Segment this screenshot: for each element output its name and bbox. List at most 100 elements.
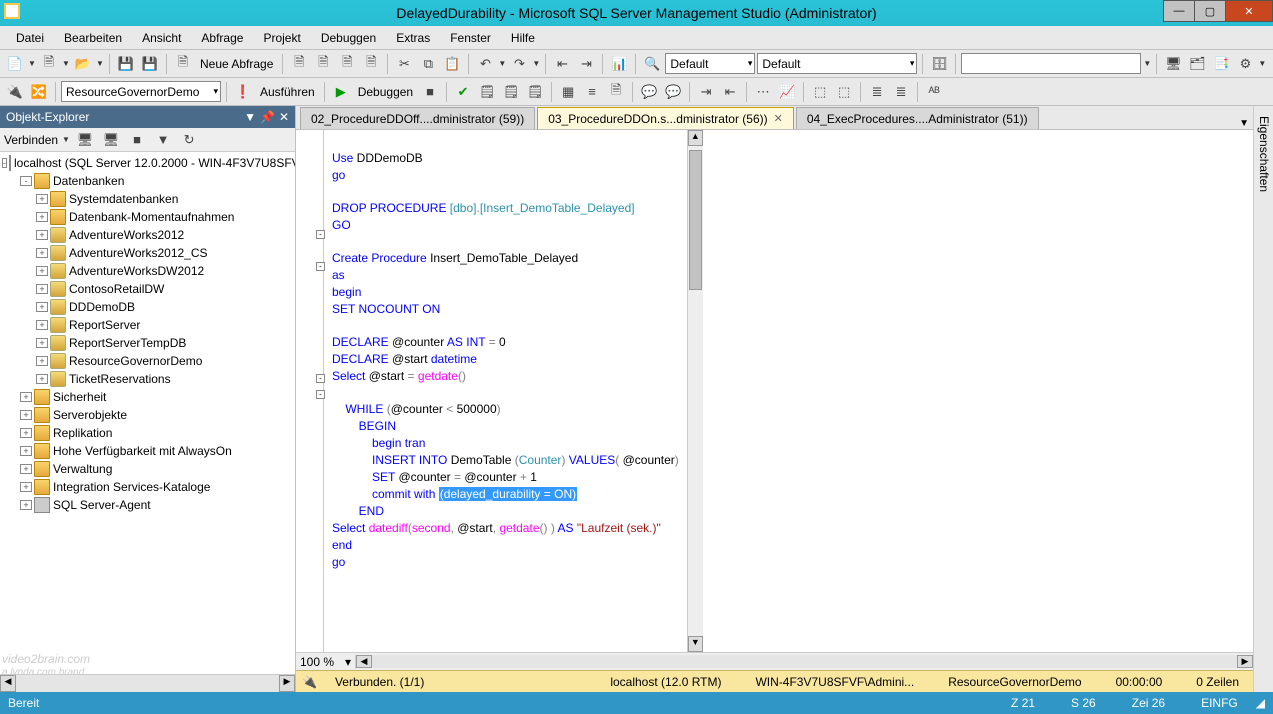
menu-debuggen[interactable]: Debuggen: [311, 28, 386, 48]
redo-icon[interactable]: ↷: [508, 53, 530, 75]
qa-icon-4[interactable]: 🗎: [360, 53, 382, 75]
paste-icon[interactable]: 📋: [441, 53, 463, 75]
open-icon[interactable]: 📂: [72, 53, 94, 75]
zoom-combo[interactable]: 100 %▾: [296, 655, 356, 669]
menu-ansicht[interactable]: Ansicht: [132, 28, 191, 48]
nav-back-icon[interactable]: ⇤: [551, 53, 573, 75]
editor-vscroll[interactable]: ▲ ▼: [687, 130, 703, 652]
execute-icon[interactable]: ❗: [232, 81, 254, 103]
explorer-hscroll[interactable]: ◀▶: [0, 674, 295, 692]
tree-node[interactable]: +Datenbank-Momentaufnahmen: [0, 208, 295, 226]
cut-icon[interactable]: ✂: [393, 53, 415, 75]
qa-icon-1[interactable]: 🗎: [288, 53, 310, 75]
props-icon[interactable]: ⚙: [1234, 53, 1256, 75]
uncomment-icon[interactable]: 💬: [662, 81, 684, 103]
results-grid-icon[interactable]: ▦: [557, 81, 579, 103]
specify-values-icon[interactable]: ⋯: [752, 81, 774, 103]
tree-node[interactable]: +DDDemoDB: [0, 298, 295, 316]
menu-datei[interactable]: Datei: [6, 28, 54, 48]
oe-filter-icon[interactable]: ▼: [152, 129, 174, 151]
results-text-icon[interactable]: ≡: [581, 81, 603, 103]
tab-right-icon[interactable]: ≣: [890, 81, 912, 103]
activity-icon[interactable]: 📊: [608, 53, 630, 75]
parse-icon[interactable]: ✔: [452, 81, 474, 103]
object-explorer-tree[interactable]: - localhost (SQL Server 12.0.2000 - WIN-…: [0, 152, 295, 674]
db-engine-icon[interactable]: 🗄: [928, 53, 950, 75]
panel-dropdown-icon[interactable]: ▼: [244, 110, 256, 124]
tree-node[interactable]: +ReportServer: [0, 316, 295, 334]
database-combo[interactable]: ResourceGovernorDemo: [61, 81, 221, 102]
tab-close-icon[interactable]: ✕: [774, 112, 783, 125]
new-project-icon[interactable]: 📄: [4, 53, 26, 75]
connect-icon[interactable]: 🔌: [4, 81, 26, 103]
misc-icon-1[interactable]: ⬚: [809, 81, 831, 103]
resize-grip-icon[interactable]: ◢: [1256, 696, 1265, 710]
template-icon[interactable]: 📑: [1210, 53, 1232, 75]
panel-close-icon[interactable]: ✕: [279, 110, 289, 124]
misc-icon-2[interactable]: ⬚: [833, 81, 855, 103]
tree-node[interactable]: +AdventureWorks2012_CS: [0, 244, 295, 262]
oe-icon-2[interactable]: 🖥: [100, 129, 122, 151]
tree-node[interactable]: +ResourceGovernorDemo: [0, 352, 295, 370]
code-editor[interactable]: - - - - Use DDDemoDB go DROP PROCEDURE […: [296, 130, 1253, 652]
oe-icon-1[interactable]: 🖥: [74, 129, 96, 151]
plan-icon-1[interactable]: 🗒: [476, 81, 498, 103]
qa-icon-2[interactable]: 🗎: [312, 53, 334, 75]
tree-node[interactable]: +Systemdatenbanken: [0, 190, 295, 208]
tree-node[interactable]: +ReportServerTempDB: [0, 334, 295, 352]
qa-icon-3[interactable]: 🗎: [336, 53, 358, 75]
nav-fwd-icon[interactable]: ⇥: [575, 53, 597, 75]
tree-node[interactable]: +ContosoRetailDW: [0, 280, 295, 298]
tree-node[interactable]: +Hohe Verfügbarkeit mit AlwaysOn: [0, 442, 295, 460]
change-conn-icon[interactable]: 🔀: [28, 81, 50, 103]
editor-hscroll[interactable]: ◀▶: [356, 655, 1253, 668]
undo-icon[interactable]: ↶: [474, 53, 496, 75]
new-query-button[interactable]: Neue Abfrage: [196, 57, 277, 71]
tree-node[interactable]: +Replikation: [0, 424, 295, 442]
plan-icon-2[interactable]: 🗒: [500, 81, 522, 103]
tree-node[interactable]: +SQL Server-Agent: [0, 496, 295, 514]
reg-srv-icon[interactable]: 🖥: [1162, 53, 1184, 75]
menu-fenster[interactable]: Fenster: [440, 28, 501, 48]
copy-icon[interactable]: ⧉: [417, 53, 439, 75]
maximize-button[interactable]: ▢: [1194, 0, 1226, 22]
results-file-icon[interactable]: 🗎: [605, 81, 627, 103]
stop-icon[interactable]: ■: [419, 81, 441, 103]
editor-tab[interactable]: 03_ProcedureDDOn.s...dministrator (56))✕: [537, 107, 794, 129]
tree-node[interactable]: +TicketReservations: [0, 370, 295, 388]
panel-pin-icon[interactable]: 📌: [260, 110, 275, 124]
menu-extras[interactable]: Extras: [386, 28, 440, 48]
comment-icon[interactable]: 💬: [638, 81, 660, 103]
new-query-icon[interactable]: 🗎: [172, 53, 194, 75]
connect-label[interactable]: Verbinden: [4, 133, 58, 147]
editor-tab[interactable]: 04_ExecProcedures....Administrator (51)): [796, 107, 1039, 129]
execute-button[interactable]: Ausführen: [256, 85, 319, 99]
tree-node[interactable]: +Serverobjekte: [0, 406, 295, 424]
tree-node[interactable]: +Sicherheit: [0, 388, 295, 406]
outdent-icon[interactable]: ⇤: [719, 81, 741, 103]
obj-exp-icon[interactable]: 🗂: [1186, 53, 1208, 75]
ab-icon[interactable]: ᴬᴮ: [923, 81, 945, 103]
indent-icon[interactable]: ⇥: [695, 81, 717, 103]
include-stats-icon[interactable]: 📈: [776, 81, 798, 103]
tree-server-node[interactable]: - localhost (SQL Server 12.0.2000 - WIN-…: [0, 154, 295, 172]
menu-abfrage[interactable]: Abfrage: [191, 28, 253, 48]
tree-node[interactable]: +Integration Services-Kataloge: [0, 478, 295, 496]
tab-left-icon[interactable]: ≣: [866, 81, 888, 103]
plan-icon-3[interactable]: 🗒: [524, 81, 546, 103]
editor-tab[interactable]: 02_ProcedureDDOff....dministrator (59)): [300, 107, 535, 129]
tab-overflow-icon[interactable]: ▼: [1239, 118, 1249, 129]
solution-platform-combo[interactable]: Default: [757, 53, 917, 74]
save-icon[interactable]: 💾: [115, 53, 137, 75]
oe-refresh-icon[interactable]: ↻: [178, 129, 200, 151]
tree-node[interactable]: +Verwaltung: [0, 460, 295, 478]
close-button[interactable]: ✕: [1225, 0, 1273, 22]
find-icon[interactable]: 🔍: [641, 53, 663, 75]
oe-stop-icon[interactable]: ■: [126, 129, 148, 151]
solution-config-combo[interactable]: Default: [665, 53, 755, 74]
gutter-eigenschaften[interactable]: Eigenschaften: [1255, 112, 1273, 692]
tree-node[interactable]: +AdventureWorksDW2012: [0, 262, 295, 280]
search-input[interactable]: [961, 53, 1141, 74]
tree-node[interactable]: +AdventureWorks2012: [0, 226, 295, 244]
menu-projekt[interactable]: Projekt: [253, 28, 310, 48]
